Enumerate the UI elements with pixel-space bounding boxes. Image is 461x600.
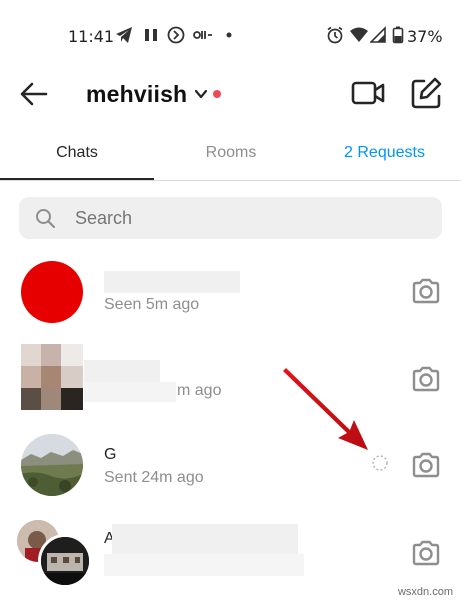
telegram-icon	[116, 27, 132, 43]
chat-status: m ago	[177, 382, 222, 399]
search-icon	[36, 209, 55, 228]
video-call-icon[interactable]	[350, 76, 386, 110]
pause-icon	[145, 29, 157, 41]
avatar	[21, 344, 83, 410]
battery-icon	[392, 26, 404, 44]
notification-dot	[213, 90, 222, 98]
avatar	[21, 434, 83, 496]
redacted-name	[112, 524, 298, 554]
back-arrow-icon[interactable]	[18, 78, 50, 110]
signal-icon	[370, 26, 386, 43]
wifi-icon	[350, 27, 368, 42]
header: mehviish	[0, 72, 461, 116]
camera-icon[interactable]	[410, 449, 442, 481]
redacted-status	[104, 554, 304, 576]
camera-icon[interactable]	[410, 363, 442, 395]
annotation-arrow-icon	[283, 368, 368, 450]
chat-status: Sent 24m ago	[104, 469, 204, 486]
redacted-name	[104, 271, 240, 293]
redacted-name	[84, 360, 160, 382]
alarm-icon	[327, 26, 343, 44]
redacted-status	[84, 382, 176, 402]
status-bar: 11:41 37%	[0, 0, 461, 72]
chat-row[interactable]: m ago	[0, 334, 461, 420]
chat-name: G	[104, 446, 117, 463]
sending-spinner-icon	[372, 455, 388, 471]
message-tabs: Chats Rooms 2 Requests	[0, 128, 461, 181]
tab-chats[interactable]: Chats	[0, 128, 154, 180]
camera-icon[interactable]	[410, 275, 442, 307]
camera-icon[interactable]	[410, 537, 442, 569]
username-title: mehviish	[86, 80, 188, 107]
battery-percentage: 37%	[407, 27, 443, 46]
status-time: 11:41	[68, 27, 115, 46]
search-input[interactable]	[75, 197, 415, 239]
avatar	[21, 261, 83, 323]
chat-status: Seen 5m ago	[104, 296, 200, 313]
chat-row[interactable]: Seen 5m ago	[0, 248, 461, 334]
watermark: wsxdn.com	[397, 586, 453, 598]
chat-row[interactable]: G Sent 24m ago	[0, 420, 461, 506]
chat-row[interactable]: A	[0, 506, 461, 592]
compose-icon[interactable]	[410, 76, 442, 110]
tab-rooms[interactable]: Rooms	[154, 128, 308, 178]
shazam-icon	[167, 26, 185, 44]
account-switcher[interactable]: mehviish	[86, 78, 222, 110]
tab-requests[interactable]: 2 Requests	[308, 128, 461, 178]
avatar-secondary	[38, 534, 92, 588]
chevron-down-icon	[195, 89, 208, 99]
search-bar[interactable]	[19, 197, 442, 239]
carrier-icon	[193, 31, 212, 39]
dot-icon	[226, 32, 232, 38]
